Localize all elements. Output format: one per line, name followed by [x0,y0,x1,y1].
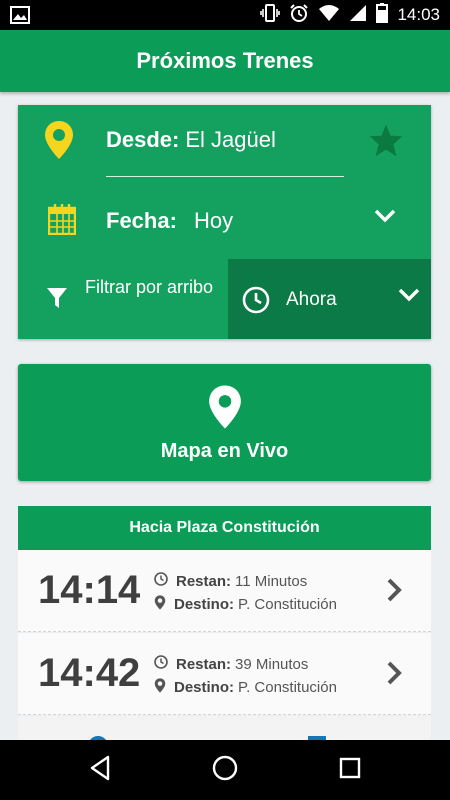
clock-small-icon [154,572,168,590]
clock-icon [242,286,270,319]
departure-row[interactable]: 14:14 Restan: 11 Minutos Destino: P. Con… [18,550,431,632]
destino-label: Destino: [174,679,234,696]
search-card: Desde: El Jagüel Fecha: Hoy Filtrar por a… [18,105,431,339]
clock-small-icon [154,655,168,673]
signal-icon [349,4,367,27]
departures-direction: Hacia Plaza Constitución [129,519,320,536]
restan-value: 11 Minutos [235,572,308,590]
time-value: Ahora [286,289,337,310]
destination-pin-icon [154,678,166,697]
departure-time: 14:42 [38,651,141,695]
filter-row: Filtrar por arribo Ahora [18,259,431,339]
bottom-panel-peek [18,716,431,740]
favorite-star-icon[interactable] [368,123,404,162]
departures-header: Hacia Plaza Constitución [18,506,431,550]
origin-selector[interactable]: Desde: El Jagüel [18,105,431,181]
date-selector[interactable]: Fecha: Hoy [18,181,431,259]
map-pin-icon [208,384,242,435]
status-time: 14:03 [397,5,440,24]
vibrate-icon [260,3,281,27]
destino-value: P. Constitución [238,679,337,696]
chevron-right-icon [386,660,402,691]
alarm-icon [289,3,309,28]
origin-underline [106,176,344,177]
location-pin-icon [44,120,74,165]
filter-arrival-button[interactable]: Filtrar por arribo [18,259,228,339]
battery-icon [376,2,389,28]
date-value: Hoy [194,208,234,233]
departure-row[interactable]: 14:42 Restan: 39 Minutos Destino: P. Con… [18,633,431,715]
destination-pin-icon [154,595,166,614]
filter-arrival-label: Filtrar por arribo [85,277,214,297]
destino-value: P. Constitución [238,596,337,613]
app-bar: Próximos Trenes [0,30,450,92]
back-icon[interactable] [88,754,112,787]
origin-value: El Jagüel [185,127,276,152]
chevron-right-icon [386,577,402,608]
restan-value: 39 Minutos [235,655,309,673]
restan-label: Restan: [176,655,232,673]
wifi-icon [318,4,340,27]
navigation-bar [0,740,450,800]
live-map-label: Mapa en Vivo [160,440,289,462]
page-title: Próximos Trenes [136,48,314,73]
live-map-button[interactable]: Mapa en Vivo [18,364,431,481]
image-icon [10,6,30,29]
time-chevron-down-icon [398,288,420,307]
time-selector[interactable]: Ahora [228,259,431,339]
restan-label: Restan: [176,572,232,590]
destino-label: Destino: [174,596,234,613]
calendar-icon [47,203,77,240]
chevron-down-icon [374,209,396,228]
home-icon[interactable] [211,754,239,787]
date-label: Fecha: [106,208,177,233]
origin-label: Desde: [106,127,180,152]
status-bar: 14:03 [0,0,450,30]
filter-icon [46,287,68,314]
departure-time: 14:14 [38,568,141,612]
recents-icon[interactable] [338,754,362,787]
